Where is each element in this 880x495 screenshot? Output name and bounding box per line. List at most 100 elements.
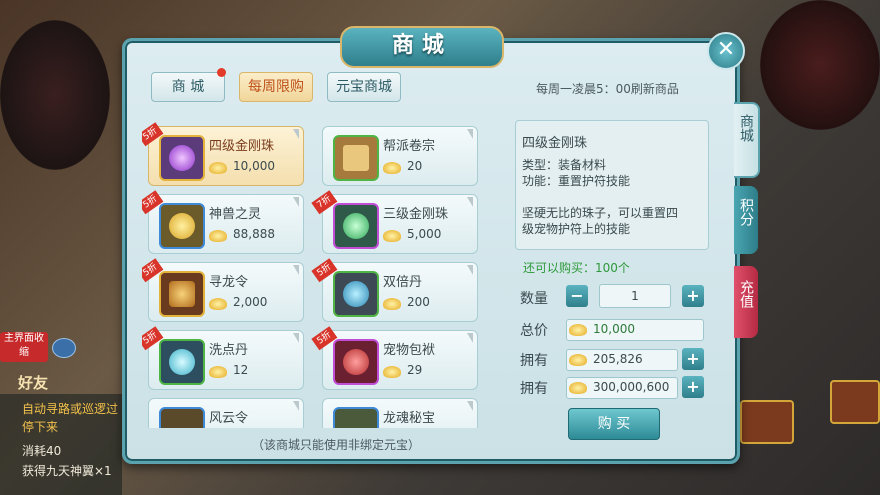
scroll-icon — [333, 135, 379, 181]
item-price: 5,000 — [407, 227, 442, 241]
gem-icon — [159, 135, 205, 181]
token-icon — [159, 271, 205, 317]
item-card[interactable]: 5折 四级金刚珠 10,000 — [142, 122, 304, 186]
owned-label-1: 拥有 — [520, 353, 548, 369]
ingot-icon — [383, 298, 401, 310]
item-name: 龙魂秘宝 — [383, 411, 436, 426]
gem-icon — [333, 203, 379, 249]
tab-weekly-limit[interactable]: 每周限购 — [239, 72, 313, 102]
bag-icon — [333, 339, 379, 385]
item-name: 帮派卷宗 — [383, 139, 436, 154]
total-price-field: 10,000 — [566, 319, 704, 341]
flag-icon — [293, 197, 299, 207]
ingot-icon — [383, 230, 401, 242]
purchase-limit: 还可以购买：100个 — [523, 261, 630, 275]
notification-dot — [217, 68, 226, 77]
detail-function: 功能：重置护符技能 — [522, 174, 631, 188]
flag-icon — [293, 265, 299, 275]
mail-icon[interactable] — [52, 338, 76, 358]
ingot-icon — [383, 162, 401, 174]
quantity-minus-button[interactable]: − — [566, 285, 588, 307]
item-card[interactable]: 5折 双倍丹 200 — [311, 258, 478, 322]
item-price: 88,888 — [233, 227, 275, 241]
buy-button[interactable]: 购 买 — [568, 408, 660, 440]
quantity-plus-button[interactable]: + — [682, 285, 704, 307]
close-icon[interactable]: ✕ — [707, 32, 745, 70]
pill-icon — [333, 271, 379, 317]
item-price: 200 — [407, 295, 430, 309]
item-card[interactable]: 帮派卷宗 20 — [322, 126, 478, 186]
flag-icon — [293, 333, 299, 343]
treasure-chest — [740, 400, 794, 444]
item-name: 双倍丹 — [383, 275, 423, 290]
item-price: 29 — [407, 363, 423, 377]
detail-desc-2: 级宠物护符上的技能 — [522, 222, 631, 236]
chat-line-2: 停下来 — [22, 420, 59, 434]
flag-icon — [293, 401, 299, 411]
item-card[interactable]: 5折 洗点丹 12 — [142, 326, 304, 390]
tab-shop[interactable]: 商 城 — [151, 72, 225, 102]
item-card[interactable]: 风云令 — [148, 398, 304, 428]
treasure-icon — [333, 407, 379, 428]
item-price: 10,000 — [233, 159, 275, 173]
item-name: 洗点丹 — [209, 343, 249, 358]
ingot-icon — [383, 366, 401, 378]
ingot-icon — [209, 162, 227, 174]
owned-ingot-field: 300,000,600 — [566, 377, 678, 399]
total-label: 总价 — [520, 323, 548, 339]
flag-icon — [467, 197, 473, 207]
tab-ingot-shop[interactable]: 元宝商城 — [327, 72, 401, 102]
shop-note: （该商城只能使用非绑定元宝） — [252, 438, 421, 452]
item-card[interactable]: 5折 寻龙令 2,000 — [142, 258, 304, 322]
ingot-icon — [569, 324, 587, 336]
refresh-info: 每周一凌晨5：00刷新商品 — [536, 82, 679, 96]
detail-name: 四级金刚珠 — [522, 136, 588, 151]
beast-spirit-icon — [159, 203, 205, 249]
side-tab-points[interactable]: 积分 — [734, 186, 758, 254]
treasure-chest — [830, 380, 880, 424]
item-name: 寻龙令 — [209, 275, 249, 290]
collapse-ui-button[interactable]: 主界面收缩 — [0, 332, 48, 362]
item-card[interactable]: 7折 三级金刚珠 5,000 — [311, 190, 478, 254]
quantity-input[interactable]: 1 — [599, 284, 671, 308]
side-tab-recharge[interactable]: 充值 — [734, 266, 758, 338]
item-card[interactable]: 龙魂秘宝 — [322, 398, 478, 428]
item-price: 12 — [233, 363, 249, 377]
detail-desc-1: 坚硬无比的珠子，可以重置四 — [522, 206, 679, 220]
item-price: 2,000 — [233, 295, 268, 309]
item-price: 20 — [407, 159, 423, 173]
game-character-left — [0, 20, 110, 170]
flag-icon — [467, 265, 473, 275]
owned-label-2: 拥有 — [520, 381, 548, 397]
flag-icon — [467, 333, 473, 343]
pill-icon — [159, 339, 205, 385]
item-name: 风云令 — [209, 411, 249, 426]
chat-line-1: 自动寻路或巡逻过 — [22, 402, 119, 416]
item-list[interactable]: 5折 四级金刚珠 10,000 帮派卷宗 20 5折 神兽之灵 88,888 7… — [142, 120, 492, 428]
flag-icon — [467, 401, 473, 411]
quantity-label: 数量 — [520, 291, 548, 307]
item-name: 三级金刚珠 — [383, 207, 449, 222]
shop-title: 商城 — [340, 26, 504, 68]
owned-bound-field: 205,826 — [566, 349, 678, 371]
ingot-icon — [209, 366, 227, 378]
add-bound-ingot-button[interactable]: + — [682, 348, 704, 370]
item-name: 四级金刚珠 — [209, 139, 275, 154]
ingot-icon — [569, 382, 587, 394]
ingot-icon — [209, 230, 227, 242]
ingot-icon — [209, 298, 227, 310]
token-icon — [159, 407, 205, 428]
flag-icon — [293, 129, 299, 139]
side-tab-shop[interactable]: 商城 — [734, 102, 760, 178]
item-card[interactable]: 5折 宠物包袱 29 — [311, 326, 478, 390]
bound-ingot-icon — [569, 354, 587, 366]
chat-line-3: 消耗40 — [22, 444, 62, 458]
flag-icon — [467, 129, 473, 139]
friend-label[interactable]: 好友 — [18, 372, 48, 393]
add-ingot-button[interactable]: + — [682, 376, 704, 398]
item-name: 神兽之灵 — [209, 207, 262, 222]
chat-line-4: 获得九天神翼×1 — [22, 464, 112, 478]
detail-type: 类型：装备材料 — [522, 158, 607, 172]
item-card[interactable]: 5折 神兽之灵 88,888 — [142, 190, 304, 254]
game-character-right — [760, 0, 880, 130]
